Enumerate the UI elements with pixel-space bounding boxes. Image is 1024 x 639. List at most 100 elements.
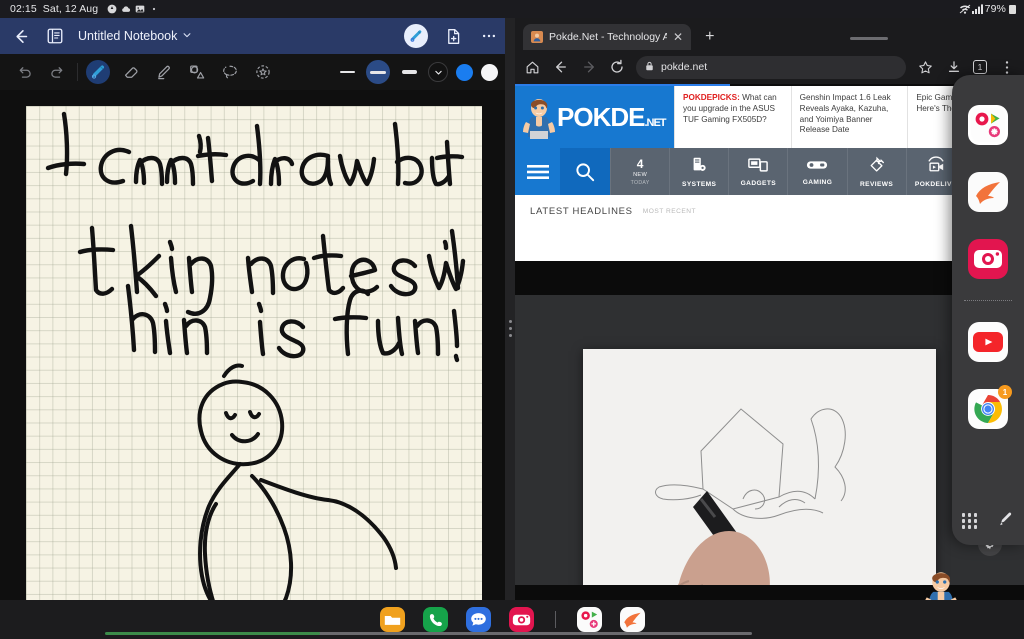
most-recent-label[interactable]: MOST RECENT xyxy=(643,208,696,215)
color-white[interactable] xyxy=(481,63,498,81)
browser-toolbar: pokde.net 1 xyxy=(515,50,1024,84)
notes-title-bar: Untitled Notebook xyxy=(0,18,510,54)
site-logo-text: POKDE.NET xyxy=(557,102,667,132)
apps-grid-icon[interactable] xyxy=(961,513,978,529)
review-tag-icon xyxy=(868,156,886,179)
nav-item-gadgets[interactable]: GADGETS xyxy=(728,148,787,195)
browser-tab-title: Pokde.Net - Technology And xyxy=(549,31,667,43)
eraser-tool[interactable] xyxy=(119,60,143,84)
pencil-edit-icon[interactable] xyxy=(999,511,1014,531)
stroke-thin[interactable] xyxy=(336,61,358,83)
battery-icon xyxy=(1009,4,1016,14)
app-folder-group-icon[interactable] xyxy=(968,105,1008,145)
redo-icon[interactable] xyxy=(45,60,69,84)
wifi-icon xyxy=(959,4,970,14)
my-files-icon[interactable] xyxy=(379,607,405,632)
close-tab-icon[interactable]: ✕ xyxy=(673,31,683,43)
system-taskbar xyxy=(0,600,1024,639)
split-screen-divider[interactable] xyxy=(505,18,515,639)
swiftkey-icon[interactable] xyxy=(619,607,645,632)
lasso-select-tool[interactable] xyxy=(218,60,242,84)
stroke-medium-line xyxy=(370,70,386,74)
more-options-icon[interactable] xyxy=(478,25,500,47)
star-icon[interactable] xyxy=(917,59,934,76)
signal-bars-icon xyxy=(971,4,983,15)
camera-icon[interactable] xyxy=(508,607,534,632)
headline-item[interactable]: POKDEPICKS: What can you upgrade in the … xyxy=(674,86,791,148)
divider-grip-dots xyxy=(508,320,512,337)
nav-item-systems[interactable]: SYSTEMS xyxy=(669,148,728,195)
video-player[interactable]: POKDE.NET xyxy=(515,261,1024,618)
nav-label: REVIEWS xyxy=(860,180,894,188)
note-canvas[interactable] xyxy=(26,106,482,630)
video-frame xyxy=(515,295,1024,618)
nav-item-gaming[interactable]: GAMING xyxy=(787,148,846,195)
latest-headlines-label: LATEST HEADLINES xyxy=(530,205,633,217)
home-indicator[interactable] xyxy=(272,632,752,635)
undo-icon[interactable] xyxy=(12,60,36,84)
pen-mode-icon[interactable] xyxy=(404,24,428,48)
chevron-down-icon xyxy=(182,29,192,43)
color-black-expand[interactable] xyxy=(428,62,448,82)
camera-app-icon[interactable] xyxy=(968,239,1008,279)
browser-tab[interactable]: Pokde.Net - Technology And ✕ xyxy=(523,24,692,50)
highlighter-tool[interactable] xyxy=(152,60,176,84)
left-home-indicator[interactable] xyxy=(105,632,320,635)
shapes-tool[interactable] xyxy=(185,60,209,84)
cloud-icon xyxy=(121,4,131,14)
new-today-count: 4 xyxy=(636,156,644,171)
edge-panel-dock: 1 xyxy=(952,75,1024,545)
headline-text: Genshin Impact 1.6 Leak Reveals Ayaka, K… xyxy=(799,93,891,135)
website-content: POKDE.NET POKDEPICKS: What can you upgra… xyxy=(515,86,1024,261)
status-bar: 02:15 Sat, 12 Aug 79% xyxy=(0,0,1024,18)
stroke-thick[interactable] xyxy=(398,61,420,83)
messages-icon[interactable] xyxy=(465,607,491,632)
app-folder-icon[interactable] xyxy=(576,607,602,632)
latest-headlines-bar: LATEST HEADLINES MOST RECENT xyxy=(515,195,1024,227)
reload-icon[interactable] xyxy=(608,59,625,76)
new-today-line2: TODAY xyxy=(630,179,650,186)
tab-count-badge[interactable]: 1 xyxy=(973,60,987,74)
video-letterbox-top xyxy=(515,261,1024,295)
lock-icon xyxy=(645,58,654,76)
back-arrow-icon[interactable] xyxy=(10,25,32,47)
nav-label: GAMING xyxy=(802,178,833,186)
stroke-medium[interactable] xyxy=(366,60,390,84)
sticker-tool[interactable] xyxy=(251,60,275,84)
phone-icon[interactable] xyxy=(422,607,448,632)
pen-tool[interactable] xyxy=(86,60,110,84)
browser-tabstrip: Pokde.Net - Technology And ✕ + xyxy=(515,18,1024,50)
url-input[interactable]: pokde.net xyxy=(636,55,906,79)
nav-label: SYSTEMS xyxy=(682,180,717,188)
three-dot-menu-icon[interactable] xyxy=(998,59,1015,76)
headline-item[interactable]: Genshin Impact 1.6 Leak Reveals Ayaka, K… xyxy=(790,86,908,148)
stroke-thick-line xyxy=(401,70,417,74)
new-tab-button[interactable]: + xyxy=(705,28,714,46)
nav-new-today[interactable]: 4 NEW TODAY xyxy=(610,148,669,195)
nav-item-reviews[interactable]: REVIEWS xyxy=(846,148,906,195)
site-logo-suffix: .NET xyxy=(644,117,666,129)
nav-label: POKDELIVE xyxy=(914,180,957,188)
stroke-thin-line xyxy=(339,71,355,73)
download-icon[interactable] xyxy=(945,59,962,76)
handheld-console-icon xyxy=(806,158,828,177)
live-broadcast-icon xyxy=(926,156,946,179)
home-icon[interactable] xyxy=(524,59,541,76)
search-icon[interactable] xyxy=(560,148,610,195)
swiftkey-app-icon[interactable] xyxy=(968,172,1008,212)
notebook-list-icon[interactable] xyxy=(44,25,66,47)
site-navigation: 4 NEW TODAY SYSTEMS GADGETS GAMING REVIE… xyxy=(515,148,1024,195)
more-dot-icon xyxy=(149,4,159,14)
hamburger-menu-icon[interactable] xyxy=(515,148,560,195)
site-logo[interactable]: POKDE.NET xyxy=(515,86,674,148)
back-arrow-icon[interactable] xyxy=(552,59,569,76)
youtube-app-icon[interactable] xyxy=(968,322,1008,362)
add-page-icon[interactable] xyxy=(442,25,464,47)
notebook-title[interactable]: Untitled Notebook xyxy=(78,29,192,43)
chrome-app-icon[interactable]: 1 xyxy=(968,385,1012,429)
app-circle-icon xyxy=(107,4,117,14)
dock-divider xyxy=(964,300,1012,301)
window-drag-handle[interactable] xyxy=(850,37,889,40)
color-blue[interactable] xyxy=(456,63,473,81)
status-time: 02:15 xyxy=(10,3,37,15)
